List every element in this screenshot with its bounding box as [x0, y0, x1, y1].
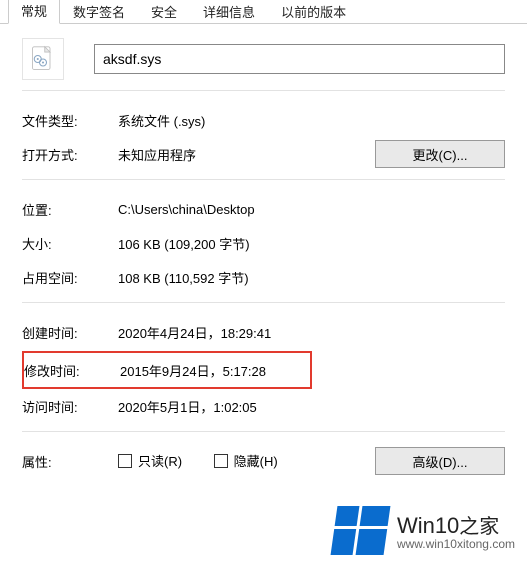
value-accessed: 2020年5月1日，1:02:05: [118, 397, 505, 416]
checkbox-hidden[interactable]: 隐藏(H): [214, 451, 278, 470]
attributes-group: 只读(R) 隐藏(H): [118, 451, 365, 471]
watermark-brand: Win10之家: [397, 510, 515, 539]
value-filetype: 系统文件 (.sys): [118, 111, 505, 130]
windows-logo-icon: [330, 506, 390, 555]
checkbox-box-icon: [118, 454, 132, 468]
value-size: 106 KB (109,200 字节): [118, 234, 505, 253]
file-icon: [22, 38, 64, 80]
separator: [22, 179, 505, 180]
properties-panel: 文件类型: 系统文件 (.sys) 打开方式: 未知应用程序 更改(C)... …: [0, 24, 527, 490]
label-created: 创建时间:: [22, 323, 118, 342]
label-size: 大小:: [22, 234, 118, 253]
tab-security[interactable]: 安全: [138, 0, 190, 24]
label-filetype: 文件类型:: [22, 111, 118, 130]
checkbox-box-icon: [214, 454, 228, 468]
value-location: C:\Users\china\Desktop: [118, 202, 505, 217]
tab-general[interactable]: 常规: [8, 0, 60, 24]
label-attributes: 属性:: [22, 452, 118, 471]
value-sizeondisk: 108 KB (110,592 字节): [118, 268, 505, 287]
change-button[interactable]: 更改(C)...: [375, 140, 505, 168]
value-modified: 2015年9月24日，5:17:28: [120, 361, 300, 380]
label-openwith: 打开方式:: [22, 145, 118, 164]
value-created: 2020年4月24日，18:29:41: [118, 323, 505, 342]
separator: [22, 302, 505, 303]
tab-previous-versions[interactable]: 以前的版本: [268, 0, 359, 24]
tabs-bar: 常规 数字签名 安全 详细信息 以前的版本: [0, 0, 527, 24]
label-location: 位置:: [22, 200, 118, 219]
tab-digital-signature[interactable]: 数字签名: [60, 0, 138, 24]
label-accessed: 访问时间:: [22, 397, 118, 416]
checkbox-readonly-label: 只读(R): [138, 451, 182, 470]
modified-highlight: 修改时间: 2015年9月24日，5:17:28: [22, 351, 312, 389]
value-openwith: 未知应用程序: [118, 145, 365, 164]
separator: [22, 431, 505, 432]
separator: [22, 90, 505, 91]
filename-input[interactable]: [94, 44, 505, 74]
advanced-button[interactable]: 高级(D)...: [375, 447, 505, 475]
checkbox-readonly[interactable]: 只读(R): [118, 451, 182, 470]
watermark: Win10之家 www.win10xitong.com: [334, 506, 515, 555]
tab-details[interactable]: 详细信息: [190, 0, 268, 24]
watermark-url: www.win10xitong.com: [397, 537, 515, 551]
checkbox-hidden-label: 隐藏(H): [234, 451, 278, 470]
label-modified: 修改时间:: [24, 361, 120, 380]
label-sizeondisk: 占用空间:: [22, 268, 118, 287]
